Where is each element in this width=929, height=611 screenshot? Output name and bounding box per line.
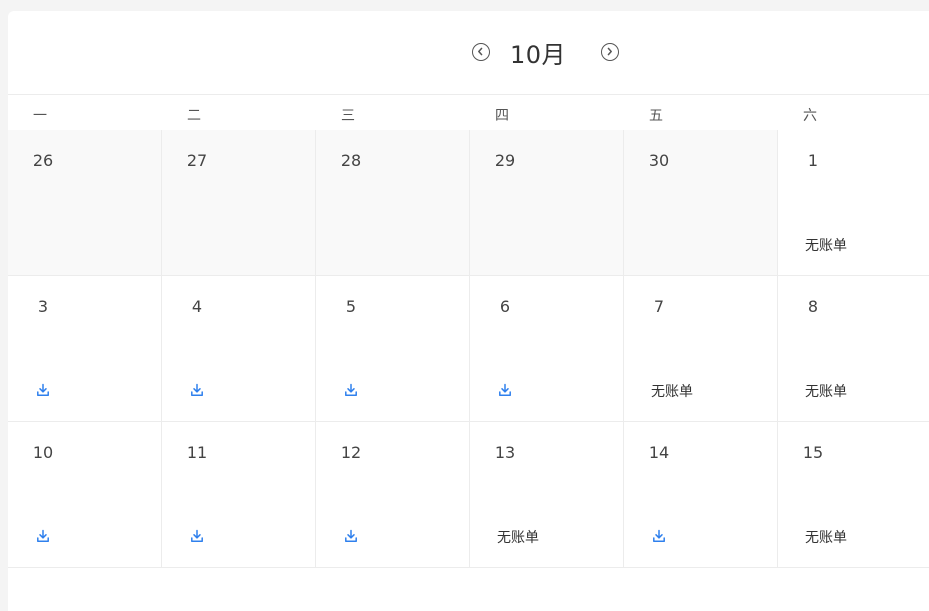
day-number: 15 [802, 443, 824, 462]
day-number: 12 [340, 443, 362, 462]
download-icon[interactable] [498, 382, 512, 396]
no-bill-label: 无账单 [805, 530, 847, 546]
day-number: 29 [494, 151, 516, 170]
day-number: 28 [340, 151, 362, 170]
calendar-day-cell[interactable]: 13 无账单 [470, 422, 624, 568]
weekday-wed: 三 [341, 108, 355, 124]
prev-month-button[interactable] [472, 43, 490, 61]
calendar-day-cell[interactable]: 5 [316, 276, 470, 422]
day-number: 10 [32, 443, 54, 462]
day-number: 30 [648, 151, 670, 170]
calendar-day-cell[interactable]: 3 [8, 276, 162, 422]
download-icon[interactable] [344, 382, 358, 396]
calendar-day-cell[interactable]: 12 [316, 422, 470, 568]
download-icon[interactable] [190, 528, 204, 542]
weekday-tue: 二 [187, 108, 201, 124]
no-bill-label: 无账单 [805, 238, 847, 254]
day-number: 14 [648, 443, 670, 462]
calendar-day-cell[interactable]: 6 [470, 276, 624, 422]
download-icon[interactable] [36, 528, 50, 542]
calendar-day-cell[interactable]: 10 [8, 422, 162, 568]
day-number: 11 [186, 443, 208, 462]
calendar-day-cell[interactable]: 15 无账单 [778, 422, 929, 568]
next-month-button[interactable] [601, 43, 619, 61]
download-icon[interactable] [344, 528, 358, 542]
day-number: 7 [653, 297, 665, 316]
download-icon[interactable] [190, 382, 204, 396]
chevron-right-circle-icon [607, 47, 612, 56]
no-bill-label: 无账单 [805, 384, 847, 400]
calendar-day-cell[interactable]: 1 无账单 [778, 130, 929, 276]
weekday-mon: 一 [33, 108, 47, 124]
day-number: 6 [499, 297, 511, 316]
calendar-day-cell[interactable]: 11 [162, 422, 316, 568]
calendar-header: 10月 [8, 11, 929, 95]
chevron-left-circle-icon [478, 47, 483, 56]
calendar-day-cell[interactable]: 29 [470, 130, 624, 276]
day-number: 3 [37, 297, 49, 316]
day-number: 27 [186, 151, 208, 170]
calendar-day-cell[interactable]: 30 [624, 130, 778, 276]
day-number: 13 [494, 443, 516, 462]
day-number: 8 [807, 297, 819, 316]
no-bill-label: 无账单 [651, 384, 693, 400]
calendar-day-cell[interactable]: 26 [8, 130, 162, 276]
calendar-day-cell[interactable]: 14 [624, 422, 778, 568]
weekday-fri: 五 [649, 108, 663, 124]
day-number: 1 [807, 151, 819, 170]
day-number: 5 [345, 297, 357, 316]
calendar-day-cell[interactable]: 28 [316, 130, 470, 276]
day-number: 4 [191, 297, 203, 316]
weekday-thu: 四 [495, 108, 509, 124]
weekday-header-row: 一 二 三 四 五 六 [8, 95, 929, 131]
calendar-day-cell[interactable]: 7 无账单 [624, 276, 778, 422]
day-number: 26 [32, 151, 54, 170]
download-icon[interactable] [36, 382, 50, 396]
calendar-day-cell[interactable]: 8 无账单 [778, 276, 929, 422]
calendar-day-cell[interactable]: 27 [162, 130, 316, 276]
download-icon[interactable] [652, 528, 666, 542]
calendar-day-cell[interactable]: 4 [162, 276, 316, 422]
weekday-sat: 六 [803, 108, 817, 124]
no-bill-label: 无账单 [497, 530, 539, 546]
bill-calendar: 10月 一 二 三 四 五 六 26 27 28 29 30 1 无账单 3 4 5 6 7 无账单 8 无… [8, 11, 929, 611]
month-title: 10月 [510, 41, 567, 69]
